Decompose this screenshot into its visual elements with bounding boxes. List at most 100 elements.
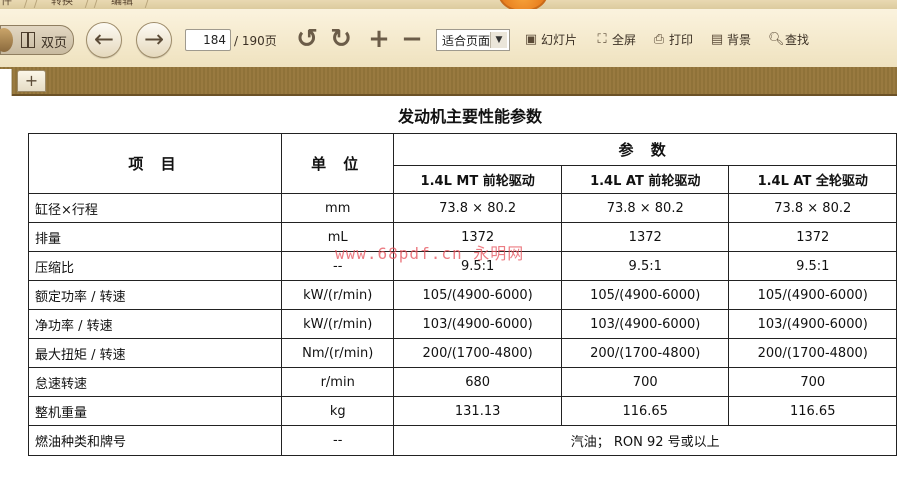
table-row: 额定功率 / 转速 kW/(r/min) 105/(4900-6000) 105…: [27, 280, 897, 310]
search-button[interactable]: 🔍︎ 查找: [768, 31, 809, 48]
row-value: 116.65: [728, 396, 897, 426]
document-tab[interactable]: [0, 69, 12, 96]
rotate-left-icon: ↺: [296, 24, 318, 54]
print-button[interactable]: ⎙ 打印: [652, 31, 693, 48]
row-value: 200/(1700-4800): [560, 338, 730, 368]
printer-icon: ⎙: [653, 31, 665, 47]
header-params: 参 数: [393, 133, 897, 166]
watermark: www.68pdf.cn 永明网: [335, 244, 525, 263]
row-item: 净功率 / 转速: [27, 309, 283, 339]
zoom-select[interactable]: 适合页面 ▼: [436, 29, 510, 51]
table-row: 最大扭矩 / 转速 Nm/(r/min) 200/(1700-4800) 200…: [27, 338, 897, 368]
chevron-down-icon: ▼: [490, 32, 507, 48]
menu-tab-convert[interactable]: 转换: [33, 0, 91, 8]
row-value: 汽油； RON 92 号或以上: [393, 425, 897, 456]
row-value: 680: [393, 367, 562, 397]
zoom-select-value: 适合页面: [442, 33, 491, 48]
row-item: 排量: [27, 222, 283, 252]
row-value: 105/(4900-6000): [728, 280, 897, 310]
row-value: 103/(4900-6000): [560, 309, 730, 339]
row-unit: r/min: [281, 367, 395, 397]
fullscreen-label: 全屏: [612, 33, 637, 47]
add-tab-button[interactable]: +: [17, 70, 46, 92]
minus-icon: −: [401, 24, 423, 54]
row-item: 缸径×行程: [27, 193, 283, 223]
slideshow-button[interactable]: ▣ 幻灯片: [524, 31, 577, 48]
row-item: 燃油种类和牌号: [27, 425, 283, 456]
page-total: / 190页: [234, 34, 277, 48]
table-row: 缸径×行程 mm 73.8 × 80.2 73.8 × 80.2 73.8 × …: [27, 193, 897, 223]
print-label: 打印: [669, 33, 694, 47]
table-row: 怠速转速 r/min 680 700 700: [27, 367, 897, 397]
previous-page-button[interactable]: ←: [86, 22, 122, 58]
row-value: 200/(1700-4800): [393, 338, 562, 368]
row-value: 103/(4900-6000): [393, 309, 562, 339]
zoom-out-button[interactable]: −: [399, 24, 425, 54]
rotate-right-button[interactable]: ↻: [328, 24, 354, 54]
arrow-right-icon: →: [143, 25, 165, 53]
row-unit: Nm/(r/min): [281, 338, 395, 368]
toolbar: 双页 ← → / 190页 ↺ ↻ + − 适合页面 ▼ ▣幻灯片 ⛶ 全屏 ⎙ 打…: [0, 9, 897, 68]
table-row: 净功率 / 转速 kW/(r/min) 103/(4900-6000) 103/…: [27, 309, 897, 339]
table-row: 整机重量 kg 131.13 116.65 116.65: [27, 396, 897, 426]
row-item: 整机重量: [27, 396, 283, 426]
background-label: 背景: [727, 33, 752, 47]
row-item: 怠速转速: [27, 367, 283, 397]
fullscreen-button[interactable]: ⛶ 全屏: [595, 31, 636, 48]
table-row: 燃油种类和牌号 -- 汽油； RON 92 号或以上: [27, 425, 897, 456]
row-unit: kW/(r/min): [281, 280, 395, 310]
header-unit: 单 位: [281, 133, 395, 194]
row-unit: --: [281, 425, 395, 456]
background-button[interactable]: ▤ 背景: [710, 31, 751, 48]
column-header: 1.4L AT 前轮驱动: [560, 165, 730, 194]
document-title: 发动机主要性能参数: [397, 107, 542, 126]
rotate-right-icon: ↻: [330, 24, 352, 54]
row-value: 105/(4900-6000): [393, 280, 562, 310]
row-value: 700: [560, 367, 730, 397]
page-number-input[interactable]: [185, 29, 231, 51]
search-label: 查找: [785, 33, 810, 47]
arrow-left-icon: ←: [93, 25, 115, 53]
row-item: 压缩比: [27, 251, 283, 281]
row-value: 105/(4900-6000): [560, 280, 730, 310]
slideshow-icon: ▣: [524, 31, 538, 47]
row-value: 700: [728, 367, 897, 397]
search-icon: 🔍︎: [768, 31, 785, 47]
row-value: 200/(1700-4800): [728, 338, 897, 368]
view-mode-knob: [0, 28, 13, 52]
row-unit: kg: [281, 396, 395, 426]
rotate-left-button[interactable]: ↺: [294, 24, 320, 54]
zoom-in-button[interactable]: +: [366, 24, 392, 54]
row-value: 73.8 × 80.2: [728, 193, 897, 223]
row-value: 116.65: [560, 396, 730, 426]
row-unit: mm: [281, 193, 395, 223]
slideshow-label: 幻灯片: [541, 33, 578, 47]
row-item: 额定功率 / 转速: [27, 280, 283, 310]
header-item: 项 目: [27, 133, 283, 194]
row-value: 73.8 × 80.2: [560, 193, 730, 223]
spec-table: 项 目 单 位 参 数 1.4L MT 前轮驱动 1.4L AT 前轮驱动 1.…: [27, 133, 897, 456]
row-value: 1372: [728, 222, 897, 252]
row-value: 73.8 × 80.2: [393, 193, 562, 223]
row-value: 103/(4900-6000): [728, 309, 897, 339]
dual-page-label: 双页: [41, 36, 68, 51]
app-logo-button[interactable]: [498, 0, 548, 9]
row-unit: kW/(r/min): [281, 309, 395, 339]
row-value: 9.5:1: [560, 251, 730, 281]
column-header: 1.4L MT 前轮驱动: [393, 165, 562, 194]
fullscreen-icon: ⛶: [597, 31, 607, 47]
background-icon: ▤: [710, 31, 724, 47]
next-page-button[interactable]: →: [136, 22, 172, 58]
row-value: 1372: [560, 222, 730, 252]
dual-page-button[interactable]: 双页: [0, 25, 74, 55]
menu-tab-file[interactable]: 件: [0, 0, 30, 8]
row-value: 131.13: [393, 396, 562, 426]
row-item: 最大扭矩 / 转速: [27, 338, 283, 368]
column-header: 1.4L AT 全轮驱动: [728, 165, 897, 194]
dual-page-icon: [21, 32, 35, 48]
menu-bar: 件 转换 编辑: [0, 0, 897, 9]
document-tab-strip: +: [0, 67, 897, 96]
row-value: 9.5:1: [728, 251, 897, 281]
menu-tab-edit[interactable]: 编辑: [93, 0, 151, 8]
plus-icon: +: [368, 24, 390, 54]
